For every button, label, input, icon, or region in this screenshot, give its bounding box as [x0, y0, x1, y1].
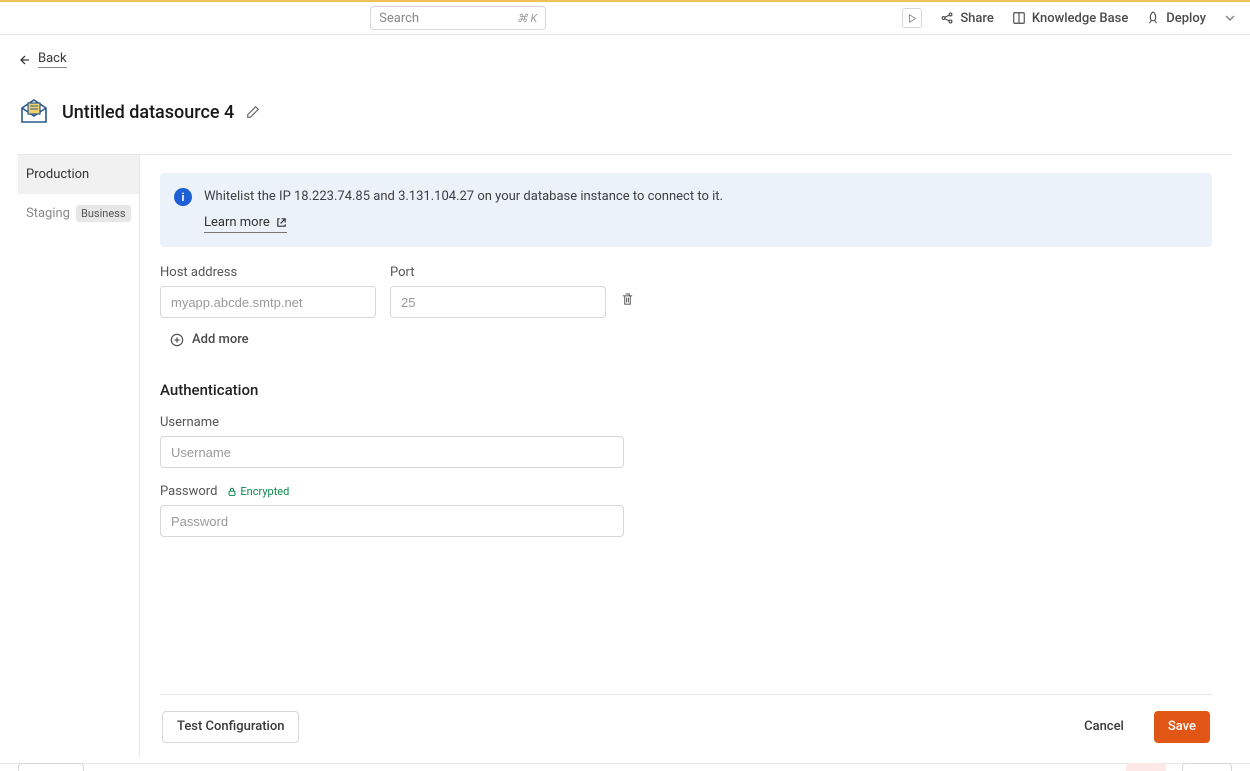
port-field: Port [390, 265, 606, 318]
env-sidebar: Production Staging Business [18, 155, 140, 758]
cancel-label: Cancel [1084, 719, 1124, 734]
encrypted-badge: Encrypted [227, 485, 289, 498]
auth-heading: Authentication [160, 381, 1212, 399]
page-header: Back Untitled datasource 4 Production St… [0, 35, 1250, 758]
share-icon [940, 11, 954, 25]
host-field: Host address [160, 265, 376, 318]
edit-icon[interactable] [246, 105, 260, 119]
save-label: Save [1168, 719, 1196, 734]
sidebar-item-label: Production [26, 167, 89, 182]
footer-right: Cancel Save [1070, 711, 1210, 743]
knowledge-base-label: Knowledge Base [1032, 11, 1128, 26]
error-chip[interactable] [1126, 763, 1166, 771]
save-button[interactable]: Save [1154, 711, 1210, 743]
help-chip[interactable] [1182, 763, 1232, 771]
cancel-button[interactable]: Cancel [1070, 711, 1138, 743]
add-more-button[interactable]: Add more [170, 332, 1212, 347]
search-placeholder: Search [379, 11, 419, 26]
sidebar-item-production[interactable]: Production [18, 155, 139, 194]
delete-endpoint-button[interactable] [620, 292, 635, 318]
mail-icon [18, 96, 50, 128]
datasource-icon [18, 96, 50, 128]
sidebar-item-staging[interactable]: Staging Business [18, 194, 139, 233]
chevron-down-icon[interactable] [1224, 12, 1236, 24]
test-label: Test Configuration [177, 719, 284, 734]
password-input[interactable] [160, 505, 624, 537]
info-icon: i [174, 188, 192, 206]
back-link[interactable]: Back [18, 51, 67, 68]
password-field: Password Encrypted [160, 484, 1212, 537]
host-label: Host address [160, 265, 376, 280]
share-label: Share [960, 11, 994, 26]
username-input[interactable] [160, 436, 624, 468]
port-label: Port [390, 265, 606, 280]
bottom-right-group [1126, 763, 1232, 771]
external-link-icon [276, 217, 287, 228]
deploy-label: Deploy [1166, 11, 1206, 26]
book-icon [1012, 11, 1026, 25]
topbar-center: Search ⌘ K [14, 6, 902, 30]
search-shortcut: ⌘ K [517, 12, 537, 25]
port-input[interactable] [390, 286, 606, 318]
learn-more-label: Learn more [204, 213, 270, 233]
run-button[interactable] [902, 8, 922, 28]
page-title: Untitled datasource 4 [62, 102, 234, 123]
bottom-left-chip[interactable] [18, 763, 84, 771]
info-banner: i Whitelist the IP 18.223.74.85 and 3.13… [160, 173, 1212, 247]
encrypted-label: Encrypted [240, 485, 289, 498]
arrow-left-icon [18, 54, 30, 66]
password-label-row: Password Encrypted [160, 484, 1212, 499]
body: Production Staging Business i Whitelist … [18, 154, 1232, 758]
back-label: Back [38, 51, 67, 68]
sidebar-item-label: Staging [26, 206, 70, 221]
play-icon [908, 14, 917, 23]
username-field: Username [160, 415, 1212, 468]
lock-icon [227, 487, 237, 497]
plus-circle-icon [170, 333, 184, 347]
rocket-icon [1146, 11, 1160, 25]
knowledge-base-button[interactable]: Knowledge Base [1012, 11, 1128, 26]
banner-text: Whitelist the IP 18.223.74.85 and 3.131.… [204, 187, 723, 207]
business-badge: Business [76, 205, 131, 222]
title-row: Untitled datasource 4 [18, 96, 1232, 128]
password-label: Password [160, 484, 217, 499]
share-button[interactable]: Share [940, 11, 994, 26]
host-port-row: Host address Port [160, 265, 1212, 318]
learn-more-link[interactable]: Learn more [204, 213, 287, 234]
deploy-button[interactable]: Deploy [1146, 11, 1206, 26]
main-panel: i Whitelist the IP 18.223.74.85 and 3.13… [140, 155, 1232, 758]
test-configuration-button[interactable]: Test Configuration [162, 711, 299, 743]
trash-icon [620, 292, 635, 307]
host-input[interactable] [160, 286, 376, 318]
footer: Test Configuration Cancel Save [160, 694, 1212, 758]
form-area: i Whitelist the IP 18.223.74.85 and 3.13… [160, 173, 1212, 694]
info-text-wrap: Whitelist the IP 18.223.74.85 and 3.131.… [204, 187, 723, 233]
topbar: Search ⌘ K Share Knowledge Base Deploy [0, 0, 1250, 35]
username-label: Username [160, 415, 1212, 430]
search-input[interactable]: Search ⌘ K [370, 6, 546, 30]
topbar-right: Share Knowledge Base Deploy [902, 8, 1236, 28]
add-more-label: Add more [192, 332, 249, 347]
bottom-status-bar [0, 763, 1250, 771]
